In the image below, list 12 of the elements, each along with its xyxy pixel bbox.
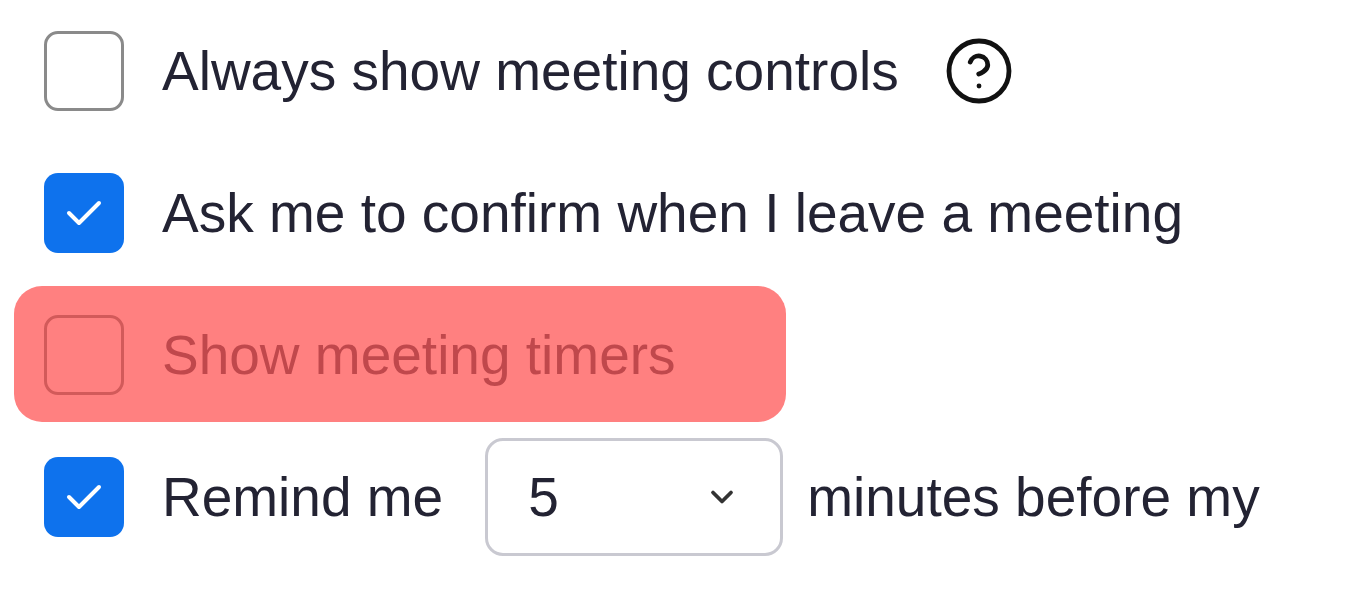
checkmark-icon [64,198,104,228]
checkmark-icon [64,482,104,512]
checkbox[interactable] [44,457,124,537]
setting-label: minutes before my [807,465,1260,529]
setting-label: Always show meeting controls [162,39,899,103]
checkbox[interactable] [44,31,124,111]
checkbox[interactable] [44,315,124,395]
setting-label: Ask me to confirm when I leave a meeting [162,181,1184,245]
setting-label: Remind me [162,465,444,529]
checkbox[interactable] [44,173,124,253]
setting-label: Show meeting timers [162,323,676,387]
minutes-dropdown[interactable]: 5 [485,438,784,556]
